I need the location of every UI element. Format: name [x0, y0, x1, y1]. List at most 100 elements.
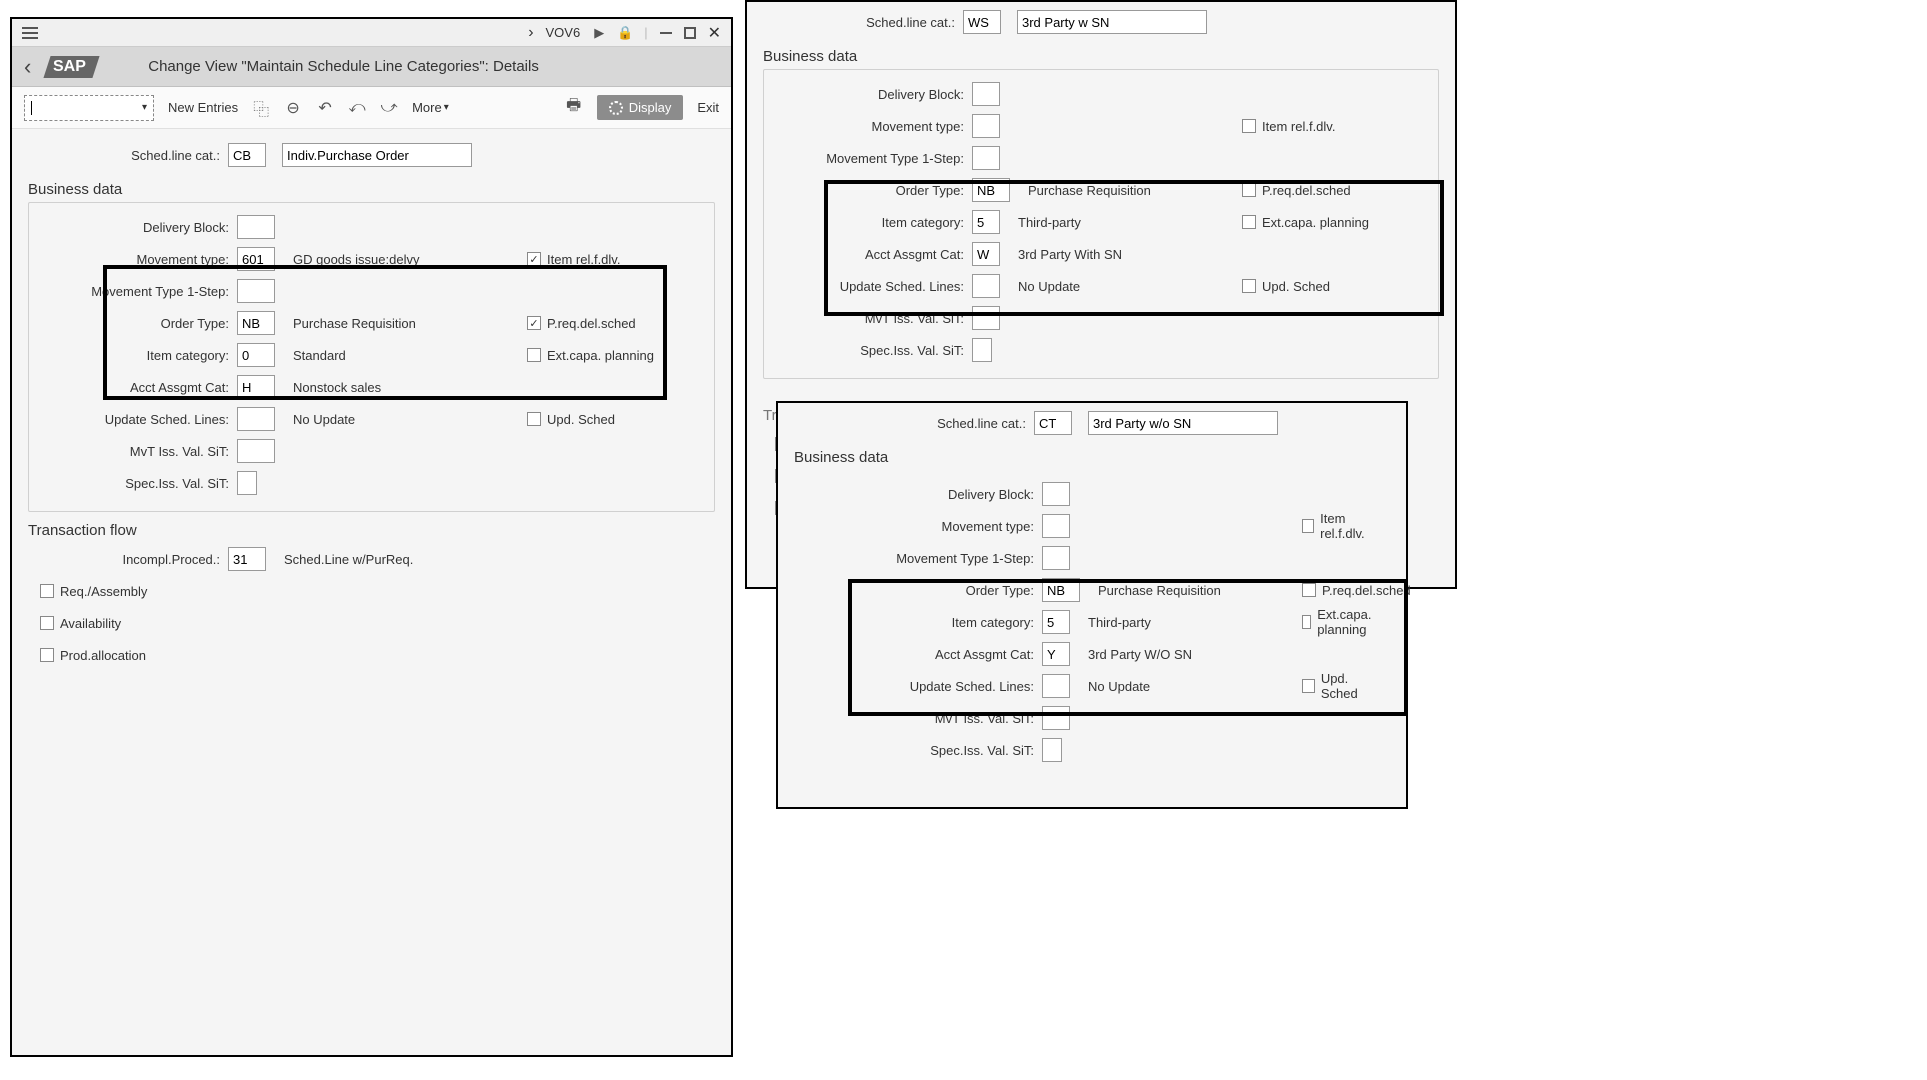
ck-preq[interactable]: ✓P.req.del.sched	[527, 316, 636, 331]
acct-assgmt-input[interactable]	[972, 242, 1000, 266]
item-category-input[interactable]	[972, 210, 1000, 234]
label-order-type: Order Type:	[802, 583, 1042, 598]
titlebar: › VOV6 ▶ 🔒 | ✕	[12, 19, 731, 47]
sched-line-cat-input[interactable]	[1034, 411, 1072, 435]
mvt-iss-input[interactable]	[1042, 706, 1070, 730]
main-window: › VOV6 ▶ 🔒 | ✕ ‹ SAP Change View "Mainta…	[10, 17, 733, 1057]
label-mvt-iss: MvT Iss. Val. SiT:	[772, 311, 972, 326]
update-sched-desc: No Update	[1088, 679, 1150, 694]
ck-prod-alloc[interactable]: Prod.allocation	[40, 648, 146, 663]
label-update-sched: Update Sched. Lines:	[772, 279, 972, 294]
order-type-input[interactable]	[972, 178, 1010, 202]
mvt-iss-input[interactable]	[972, 306, 1000, 330]
back-icon[interactable]: ‹	[24, 54, 31, 80]
ck-updsched[interactable]: Upd. Sched	[1242, 279, 1330, 294]
label-delivery-block: Delivery Block:	[37, 220, 237, 235]
movement-type-input[interactable]	[972, 114, 1000, 138]
ck-extcapa[interactable]: Ext.capa. planning	[527, 348, 654, 363]
incompl-proced-input[interactable]	[228, 547, 266, 571]
ck-updsched[interactable]: Upd. Sched	[527, 412, 615, 427]
command-input[interactable]	[31, 101, 32, 115]
ck-item-rel[interactable]: Item rel.f.dlv.	[1302, 511, 1382, 541]
undo-icon[interactable]: ↶	[316, 99, 334, 117]
prev-icon[interactable]: ⤺	[348, 99, 366, 117]
maximize-icon[interactable]	[684, 27, 696, 39]
copy-icon[interactable]: ⿻	[252, 99, 270, 117]
item-category-input[interactable]	[237, 343, 275, 367]
label-spec-iss: Spec.Iss. Val. SiT:	[772, 343, 972, 358]
business-data-panel: Delivery Block: Movement type: Item rel.…	[763, 69, 1439, 379]
item-category-desc: Third-party	[1088, 615, 1151, 630]
acct-assgmt-input[interactable]	[237, 375, 275, 399]
sched-line-cat-input[interactable]	[228, 143, 266, 167]
ck-availability[interactable]: Availability	[40, 616, 121, 631]
movement-type-1step-input[interactable]	[237, 279, 275, 303]
update-sched-desc: No Update	[1018, 279, 1080, 294]
play-icon[interactable]: ▶	[592, 26, 606, 40]
sap-logo: SAP	[44, 56, 100, 78]
delivery-block-input[interactable]	[972, 82, 1000, 106]
movement-type-input[interactable]	[237, 247, 275, 271]
ck-updsched[interactable]: Upd. Sched	[1302, 671, 1382, 701]
close-icon[interactable]: ✕	[708, 23, 721, 43]
item-category-desc: Standard	[293, 348, 346, 363]
ck-item-rel[interactable]: ✓Item rel.f.dlv.	[527, 252, 620, 267]
movement-type-1step-input[interactable]	[972, 146, 1000, 170]
acct-assgmt-desc: 3rd Party W/O SN	[1088, 647, 1192, 662]
spec-iss-input[interactable]	[972, 338, 992, 362]
print-icon[interactable]: 🖶	[565, 99, 583, 117]
label-order-type: Order Type:	[37, 316, 237, 331]
label-sched-line-cat: Sched.line cat.:	[28, 148, 228, 163]
right-bottom-fragment: Sched.line cat.: Business data Delivery …	[776, 401, 1408, 809]
business-data-panel: Delivery Block: Movement type: GD goods …	[28, 202, 715, 512]
incompl-proced-desc: Sched.Line w/PurReq.	[284, 552, 413, 567]
update-sched-input[interactable]	[237, 407, 275, 431]
ck-item-rel[interactable]: Item rel.f.dlv.	[1242, 119, 1335, 134]
order-type-desc: Purchase Requisition	[1098, 583, 1221, 598]
minimize-icon[interactable]	[660, 32, 672, 34]
update-sched-desc: No Update	[293, 412, 355, 427]
spec-iss-input[interactable]	[1042, 738, 1062, 762]
label-acct-assgmt: Acct Assgmt Cat:	[37, 380, 237, 395]
ck-req-assembly[interactable]: Req./Assembly	[40, 584, 147, 599]
sched-line-cat-desc-input[interactable]	[1088, 411, 1278, 435]
label-mvt-iss: MvT Iss. Val. SiT:	[802, 711, 1042, 726]
sched-line-cat-input[interactable]	[963, 10, 1001, 34]
movement-type-desc: GD goods issue:delvy	[293, 252, 419, 267]
ck-extcapa[interactable]: Ext.capa. planning	[1302, 607, 1382, 637]
item-category-input[interactable]	[1042, 610, 1070, 634]
more-dropdown[interactable]: More▾	[412, 100, 449, 115]
mvt-iss-input[interactable]	[237, 439, 275, 463]
hamburger-icon[interactable]	[22, 27, 38, 39]
section-business-data: Business data	[28, 181, 715, 198]
command-combo[interactable]: ▾	[24, 95, 154, 121]
order-type-input[interactable]	[1042, 578, 1080, 602]
ck-preq[interactable]: P.req.del.sched	[1302, 583, 1411, 598]
movement-type-input[interactable]	[1042, 514, 1070, 538]
ck-extcapa[interactable]: Ext.capa. planning	[1242, 215, 1369, 230]
ck-preq[interactable]: P.req.del.sched	[1242, 183, 1351, 198]
display-button[interactable]: Display	[597, 95, 684, 120]
label-delivery-block: Delivery Block:	[772, 87, 972, 102]
sched-line-cat-desc-input[interactable]	[282, 143, 472, 167]
chevron-right-icon[interactable]: ›	[528, 24, 533, 42]
delivery-block-input[interactable]	[1042, 482, 1070, 506]
divider: |	[644, 25, 647, 40]
update-sched-input[interactable]	[1042, 674, 1070, 698]
movement-type-1step-input[interactable]	[1042, 546, 1070, 570]
delivery-block-input[interactable]	[237, 215, 275, 239]
label-sched-line-cat: Sched.line cat.:	[794, 416, 1034, 431]
spec-iss-input[interactable]	[237, 471, 257, 495]
update-sched-input[interactable]	[972, 274, 1000, 298]
label-sched-line-cat: Sched.line cat.:	[763, 15, 963, 30]
label-spec-iss: Spec.Iss. Val. SiT:	[37, 476, 237, 491]
lock-icon[interactable]: 🔒	[618, 26, 632, 40]
acct-assgmt-input[interactable]	[1042, 642, 1070, 666]
tcode-text: VOV6	[546, 25, 581, 40]
next-icon[interactable]: ⤻	[380, 99, 398, 117]
sched-line-cat-desc-input[interactable]	[1017, 10, 1207, 34]
order-type-input[interactable]	[237, 311, 275, 335]
new-entries-button[interactable]: New Entries	[168, 100, 238, 115]
exit-button[interactable]: Exit	[697, 100, 719, 115]
delete-icon[interactable]: ⊖	[284, 99, 302, 117]
